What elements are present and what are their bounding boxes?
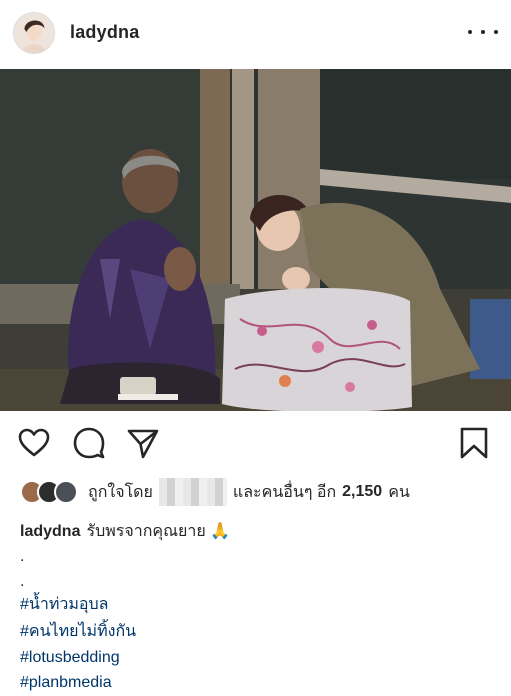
caption-emoji: 🙏: [210, 523, 231, 540]
likes-prefix: ถูกใจโดย: [88, 483, 153, 501]
avatar[interactable]: [13, 12, 55, 54]
caption-text: รับพรจากคุณยาย: [86, 523, 206, 540]
caption-line: .: [20, 573, 25, 590]
likes-count[interactable]: 2,150: [342, 483, 382, 501]
post-username[interactable]: ladydna: [70, 22, 139, 43]
blurred-username[interactable]: [158, 478, 227, 506]
caption-line: .: [20, 548, 25, 565]
avatar: [54, 480, 78, 504]
hashtag-link[interactable]: #คนไทยไม่ทิ้งกัน: [20, 620, 136, 644]
bookmark-icon[interactable]: [458, 426, 490, 460]
comment-icon[interactable]: [72, 426, 106, 460]
hashtag-link[interactable]: #น้ำท่วมอุบล: [20, 593, 108, 617]
heart-icon[interactable]: [17, 426, 51, 460]
dot-icon: [494, 30, 498, 34]
action-bar: [0, 420, 511, 466]
caption: ladydna รับพรจากคุณยาย 🙏: [20, 520, 230, 544]
likes-summary: ถูกใจโดย และคนอื่นๆ อีก 2,150 คน: [20, 478, 410, 506]
more-options-icon[interactable]: [468, 20, 498, 44]
likes-suffix: และคนอื่นๆ อีก: [232, 483, 337, 501]
hashtag-link[interactable]: #planbmedia: [20, 671, 112, 695]
dot-icon: [468, 30, 472, 34]
post-photo[interactable]: [0, 69, 511, 411]
likes-unit: คน: [388, 483, 410, 501]
dot-icon: [481, 30, 485, 34]
caption-username[interactable]: ladydna: [20, 523, 80, 540]
hashtag-link[interactable]: #lotusbedding: [20, 646, 120, 670]
send-icon[interactable]: [126, 426, 160, 460]
liker-avatars[interactable]: [20, 479, 80, 505]
post-header: ladydna: [0, 0, 511, 68]
